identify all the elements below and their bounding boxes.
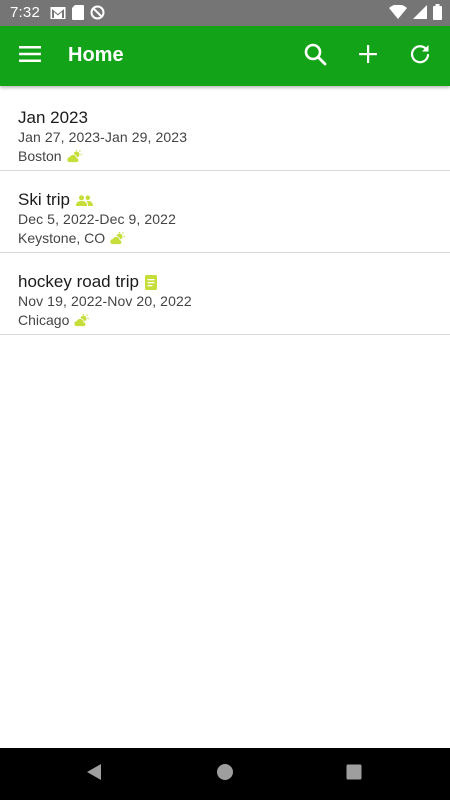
add-icon — [358, 44, 378, 69]
hamburger-menu-icon — [19, 45, 41, 68]
home-button[interactable] — [209, 758, 241, 790]
back-button[interactable] — [78, 758, 110, 790]
system-nav-bar — [0, 748, 450, 800]
app-bar: Home — [0, 26, 450, 86]
add-trip-button[interactable] — [348, 36, 388, 76]
weather-icon — [73, 313, 90, 327]
battery-icon — [433, 4, 442, 25]
refresh-button[interactable] — [400, 36, 440, 76]
trip-list-item[interactable]: hockey road trip Nov 19, 2022-Nov 20, 20… — [0, 253, 450, 335]
home-icon — [216, 763, 234, 786]
weather-icon — [66, 149, 82, 163]
status-notification-icons — [50, 5, 105, 25]
status-system-icons — [389, 4, 442, 25]
trip-location: Keystone, CO — [18, 230, 106, 246]
wifi-icon — [389, 4, 407, 24]
recents-icon — [346, 764, 362, 785]
trip-name-row: Jan 2023 — [18, 108, 88, 128]
status-time: 7:32 — [10, 4, 40, 21]
trip-name: hockey road trip — [18, 272, 139, 291]
search-icon — [303, 42, 327, 71]
trip-location-row: Boston — [18, 148, 82, 164]
signal-icon — [413, 5, 427, 24]
trip-name: Ski trip — [18, 190, 70, 209]
trip-name: Jan 2023 — [18, 108, 88, 127]
blocked-icon — [90, 5, 105, 25]
trip-list-item[interactable]: Ski trip Dec 5, 2022-Dec 9, 2022 Keyston… — [0, 171, 450, 253]
trip-name-row: Ski trip — [18, 190, 93, 210]
trip-name-row: hockey road trip — [18, 272, 157, 292]
trip-location: Boston — [18, 148, 62, 164]
recents-button[interactable] — [338, 758, 370, 790]
page-title: Home — [68, 44, 124, 66]
back-icon — [85, 763, 103, 786]
refresh-icon — [409, 43, 431, 70]
trip-dates: Nov 19, 2022-Nov 20, 2022 — [18, 293, 192, 309]
note-icon — [144, 274, 157, 290]
trip-dates: Jan 27, 2023-Jan 29, 2023 — [18, 129, 188, 145]
menu-button[interactable] — [10, 36, 50, 76]
people-icon — [75, 194, 93, 206]
trip-location-row: Keystone, CO — [18, 230, 125, 246]
trip-list: Jan 2023 Jan 27, 2023-Jan 29, 2023 Bosto… — [0, 89, 450, 335]
gmail-icon — [50, 6, 66, 25]
sd-card-icon — [72, 5, 84, 25]
trip-location: Chicago — [18, 312, 70, 328]
screen: 7:32 Home Jan 2023 Jan 27, 2023-Jan 29, … — [0, 0, 450, 800]
weather-icon — [109, 231, 125, 245]
trip-list-item[interactable]: Jan 2023 Jan 27, 2023-Jan 29, 2023 Bosto… — [0, 89, 450, 171]
search-button[interactable] — [295, 36, 335, 76]
status-bar: 7:32 — [0, 0, 450, 26]
trip-dates: Dec 5, 2022-Dec 9, 2022 — [18, 211, 176, 227]
trip-location-row: Chicago — [18, 312, 90, 328]
